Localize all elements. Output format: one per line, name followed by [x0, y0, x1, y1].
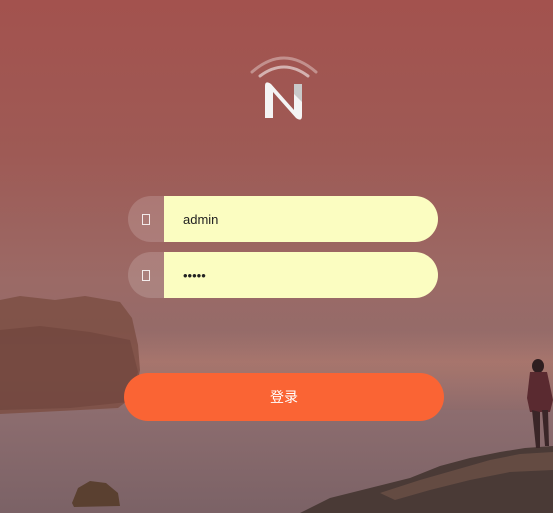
hiker-figure	[527, 359, 553, 448]
password-input[interactable]	[164, 252, 438, 298]
wifi-n-logo	[250, 56, 318, 120]
sea-rock	[72, 481, 120, 507]
left-cliff-shade	[0, 326, 138, 410]
password-row	[128, 252, 438, 298]
login-button[interactable]: 登录	[124, 373, 444, 421]
lock-icon	[128, 252, 164, 298]
user-icon	[128, 196, 164, 242]
username-input[interactable]	[164, 196, 438, 242]
username-row	[128, 196, 438, 242]
